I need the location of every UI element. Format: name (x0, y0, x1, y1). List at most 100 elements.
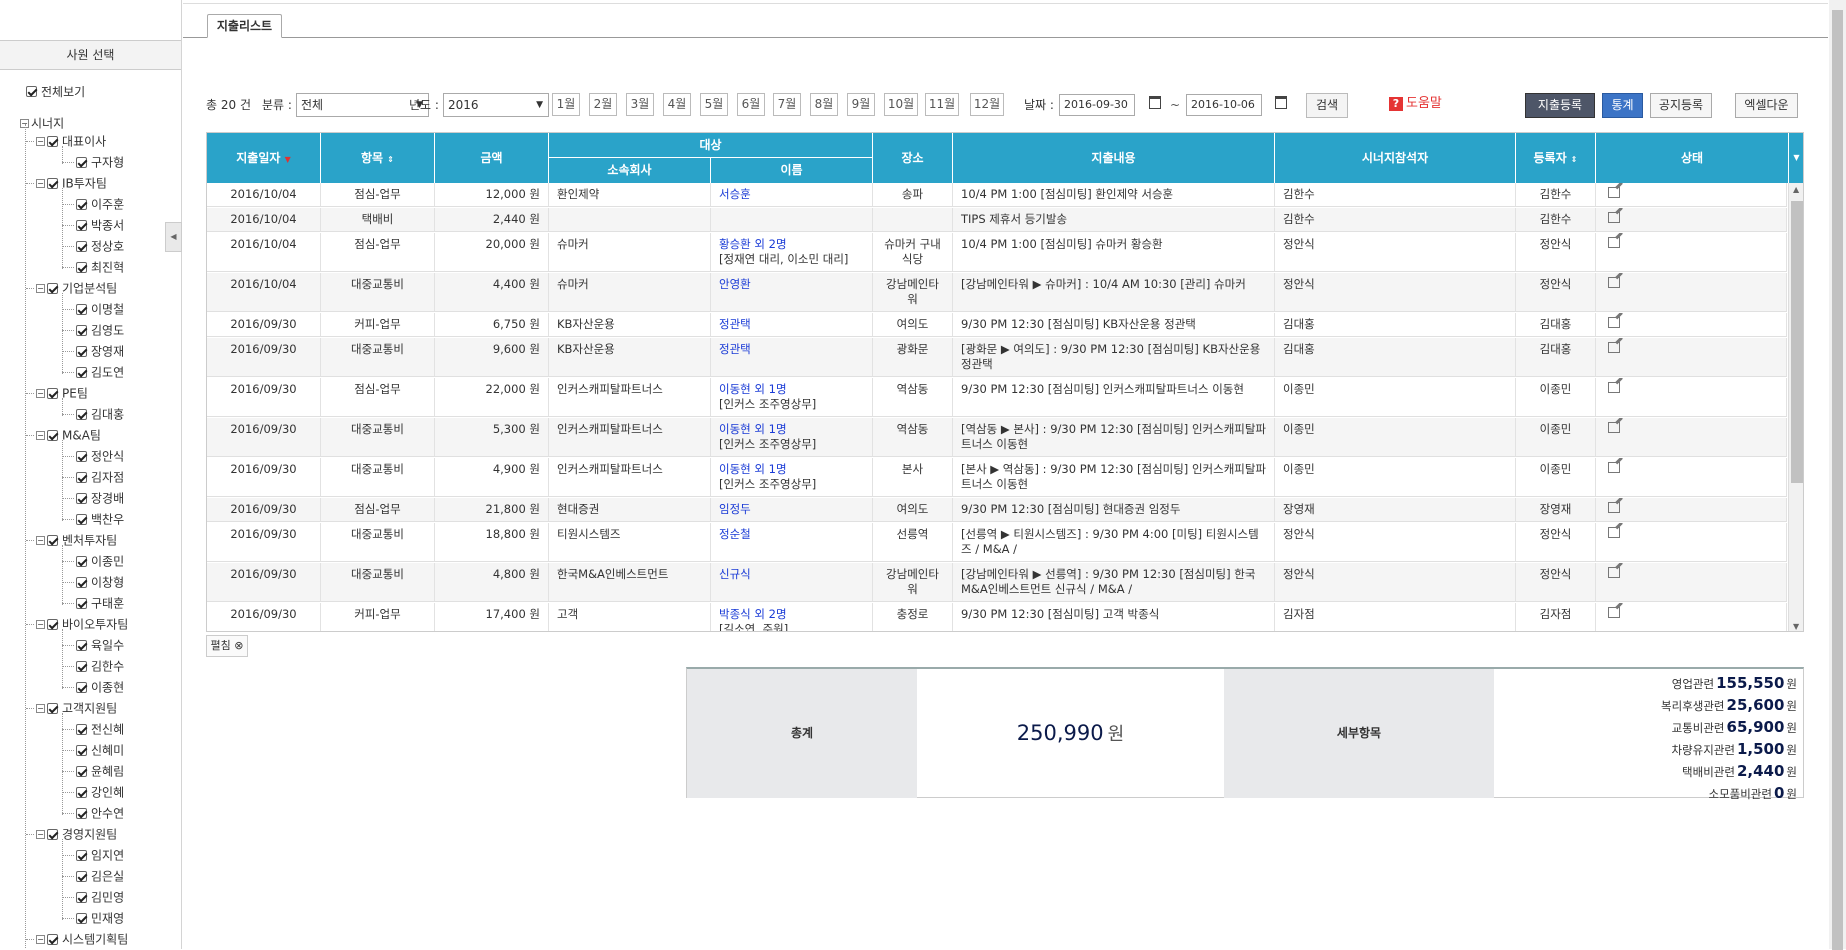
table-row[interactable]: 2016/10/04 택배비 2,440 원 TIPS 제휴서 등기발송 김한수 김한수 (207, 208, 1787, 232)
cell-status[interactable] (1596, 273, 1787, 311)
checkbox-icon[interactable] (76, 199, 87, 210)
month-button-10[interactable]: 10월 (884, 93, 918, 116)
cell-name[interactable]: 서승훈 (711, 183, 873, 206)
collapse-icon[interactable]: − (36, 830, 45, 839)
checkbox-icon[interactable] (47, 934, 58, 945)
table-row[interactable]: 2016/09/30 커피-업무 6,750 원 KB자산운용 정관택 여의도 9/30 P… (207, 313, 1787, 337)
checkbox-icon[interactable] (76, 493, 87, 504)
cell-status[interactable] (1596, 603, 1787, 631)
month-button-5[interactable]: 5월 (700, 93, 728, 116)
scroll-up-icon[interactable]: ▲ (1793, 185, 1799, 194)
tree-member[interactable]: 육일수 (76, 636, 124, 654)
month-button-1[interactable]: 1월 (552, 93, 580, 116)
edit-icon[interactable] (1608, 607, 1620, 618)
collapse-icon[interactable]: − (36, 536, 45, 545)
tree-member[interactable]: 장경배 (76, 489, 124, 507)
tree-team[interactable]: − M&A팀 (36, 426, 101, 444)
collapse-icon[interactable]: − (36, 620, 45, 629)
checkbox-icon[interactable] (76, 598, 87, 609)
cell-status[interactable] (1596, 338, 1787, 376)
tree-member[interactable]: 김자점 (76, 468, 124, 486)
cell-status[interactable] (1596, 233, 1787, 271)
edit-icon[interactable] (1608, 317, 1620, 328)
checkbox-icon[interactable] (47, 703, 58, 714)
checkbox-icon[interactable] (76, 766, 87, 777)
checkbox-icon[interactable] (47, 136, 58, 147)
register-expense-button[interactable]: 지출등록 (1525, 93, 1595, 118)
target-name-link[interactable]: 박종식 외 2명 (719, 607, 864, 622)
month-button-7[interactable]: 7월 (773, 93, 801, 116)
edit-icon[interactable] (1608, 212, 1620, 223)
cell-status[interactable] (1596, 563, 1787, 601)
tree-member[interactable]: 안수연 (76, 804, 124, 822)
collapse-icon[interactable]: − (36, 179, 45, 188)
date-from-input[interactable]: 2016-09-30 (1059, 94, 1135, 116)
tree-root[interactable]: − 시너지 (20, 114, 64, 132)
tree-member[interactable]: 백찬우 (76, 510, 124, 528)
tree-member[interactable]: 김대홍 (76, 405, 124, 423)
table-row[interactable]: 2016/09/30 대중교통비 4,900 원 인커스캐피탈파트너스 이동현 외 1명… (207, 458, 1787, 497)
tree-team[interactable]: − 기업분석팀 (36, 279, 117, 297)
cell-name[interactable]: 황승환 외 2명 [정재연 대리, 이소민 대리] (711, 233, 873, 271)
date-to-input[interactable]: 2016-10-06 (1186, 94, 1262, 116)
tree-member[interactable]: 이종현 (76, 678, 124, 696)
tree-member[interactable]: 최진혁 (76, 258, 124, 276)
tree-member[interactable]: 이주훈 (76, 195, 124, 213)
tree-member[interactable]: 김은실 (76, 867, 124, 885)
cell-name[interactable]: 정관택 (711, 338, 873, 376)
cell-status[interactable] (1596, 208, 1787, 231)
checkbox-icon[interactable] (76, 472, 87, 483)
tree-team[interactable]: − 바이오투자팀 (36, 615, 128, 633)
checkbox-icon[interactable] (76, 661, 87, 672)
tree-member[interactable]: 장영재 (76, 342, 124, 360)
target-name-link[interactable]: 임정두 (719, 502, 864, 517)
page-scroll-thumb[interactable] (1832, 10, 1843, 950)
checkbox-icon[interactable] (76, 808, 87, 819)
all-view-checkbox[interactable]: 전체보기 (22, 83, 85, 100)
tree-member[interactable]: 이종민 (76, 552, 124, 570)
collapse-icon[interactable]: − (36, 704, 45, 713)
cell-status[interactable] (1596, 498, 1787, 521)
table-row[interactable]: 2016/09/30 커피-업무 17,400 원 고객 박종식 외 2명 [길소연, 주… (207, 603, 1787, 631)
edit-icon[interactable] (1608, 187, 1620, 198)
tree-team[interactable]: − IB투자팀 (36, 174, 107, 192)
tree-team[interactable]: − 고객지원팀 (36, 699, 117, 717)
cell-status[interactable] (1596, 523, 1787, 561)
target-name-link[interactable]: 이동현 외 1명 (719, 462, 864, 477)
cell-name[interactable]: 임정두 (711, 498, 873, 521)
expand-button[interactable]: 펼침 ⊗ (206, 635, 248, 657)
table-row[interactable]: 2016/09/30 대중교통비 4,800 원 한국M&A인베스트먼트 신규식 강남메인… (207, 563, 1787, 602)
checkbox-icon[interactable] (26, 86, 37, 97)
tree-member[interactable]: 임지연 (76, 846, 124, 864)
collapse-icon[interactable]: − (36, 431, 45, 440)
table-row[interactable]: 2016/09/30 대중교통비 9,600 원 KB자산운용 정관택 광화문 [광화문 ▶… (207, 338, 1787, 377)
checkbox-icon[interactable] (76, 787, 87, 798)
page-scrollbar[interactable] (1829, 0, 1846, 950)
checkbox-icon[interactable] (76, 304, 87, 315)
cell-name[interactable]: 정순철 (711, 523, 873, 561)
tree-team[interactable]: − 벤처투자팀 (36, 531, 117, 549)
tree-member[interactable]: 신혜미 (76, 741, 124, 759)
cell-name[interactable]: 이동현 외 1명 [인커스 조주영상무] (711, 378, 873, 416)
month-button-2[interactable]: 2월 (589, 93, 617, 116)
checkbox-icon[interactable] (76, 367, 87, 378)
target-name-link[interactable]: 정관택 (719, 342, 864, 357)
checkbox-icon[interactable] (76, 157, 87, 168)
collapse-icon[interactable]: − (36, 137, 45, 146)
checkbox-icon[interactable] (76, 577, 87, 588)
target-name-link[interactable]: 이동현 외 1명 (719, 382, 864, 397)
table-row[interactable]: 2016/09/30 대중교통비 5,300 원 인커스캐피탈파트너스 이동현 외 1명… (207, 418, 1787, 457)
cell-name[interactable]: 박종식 외 2명 [길소연, 주원] (711, 603, 873, 631)
edit-icon[interactable] (1608, 527, 1620, 538)
table-row[interactable]: 2016/10/04 대중교통비 4,400 원 슈마커 안영환 강남메인타워 [강남메인타… (207, 273, 1787, 312)
header-item[interactable]: 항목 ⇕ (321, 133, 435, 183)
checkbox-icon[interactable] (76, 871, 87, 882)
tree-member[interactable]: 정상호 (76, 237, 124, 255)
checkbox-icon[interactable] (76, 451, 87, 462)
checkbox-icon[interactable] (47, 283, 58, 294)
target-name-link[interactable]: 신규식 (719, 567, 864, 582)
column-menu-icon[interactable]: ▼ (1789, 133, 1803, 183)
edit-icon[interactable] (1608, 342, 1620, 353)
tab-expense-list[interactable]: 지출리스트 (207, 14, 282, 38)
excel-download-button[interactable]: 엑셀다운 (1735, 93, 1798, 118)
